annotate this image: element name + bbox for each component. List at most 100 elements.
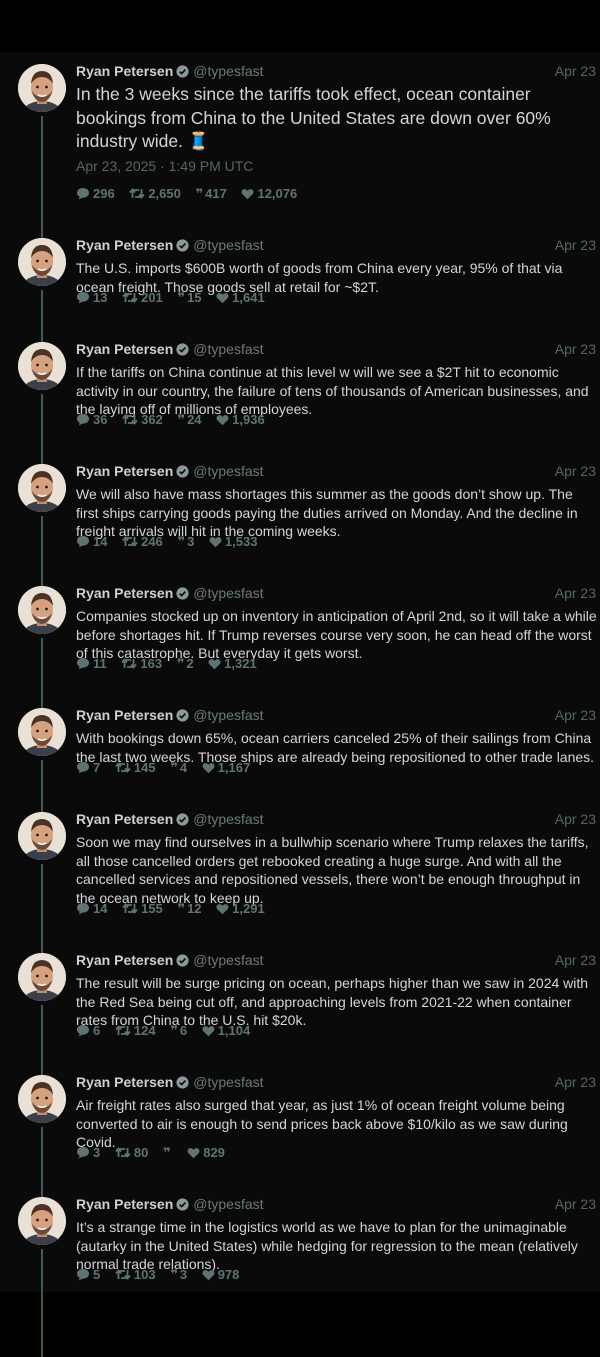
like-count[interactable]: 1,936 (216, 412, 265, 427)
retweet-count[interactable]: 2,650 (129, 186, 181, 201)
reply-count[interactable]: 36 (76, 412, 107, 427)
author-name[interactable]: Ryan Petersen (76, 1196, 173, 1212)
tweet-timestamp[interactable]: Apr 23, 2025 · 1:49 PM UTC (76, 158, 253, 174)
tweet-date[interactable]: Apr 23 (555, 1073, 596, 1091)
retweet-count[interactable]: 103 (115, 1267, 156, 1282)
avatar[interactable] (18, 464, 66, 512)
quote-count[interactable]: ❞ 3 (177, 534, 194, 550)
author-handle[interactable]: @typesfast (193, 463, 263, 479)
author-name[interactable]: Ryan Petersen (76, 707, 173, 723)
quote-count[interactable]: ❞ 15 (177, 290, 201, 306)
reply-count[interactable]: 7 (76, 760, 100, 775)
author-handle[interactable]: @typesfast (193, 952, 263, 968)
tweet-stats: 14 155 ❞ 12 1,291 (76, 901, 276, 917)
reply-count[interactable]: 296 (76, 186, 115, 201)
reply-count[interactable]: 6 (76, 1023, 100, 1038)
author-name[interactable]: Ryan Petersen (76, 237, 173, 253)
avatar[interactable] (18, 586, 66, 634)
reply-count[interactable]: 14 (76, 901, 107, 916)
retweet-count[interactable]: 163 (121, 656, 162, 671)
avatar[interactable] (18, 64, 66, 112)
retweet-count[interactable]: 145 (115, 760, 156, 775)
tweet-date[interactable]: Apr 23 (555, 340, 596, 358)
retweet-count[interactable]: 246 (122, 534, 163, 549)
like-count[interactable]: 1,533 (209, 534, 257, 549)
author-name[interactable]: Ryan Petersen (76, 1074, 173, 1090)
quote-count[interactable]: ❞ 24 (177, 412, 201, 428)
like-count[interactable]: 1,321 (208, 656, 257, 671)
author-handle[interactable]: @typesfast (193, 341, 263, 357)
avatar[interactable] (18, 1075, 66, 1123)
author-handle[interactable]: @typesfast (193, 1196, 263, 1212)
tweet-2[interactable]: Ryan Petersen @typesfast Apr 23 The U.S. … (0, 226, 600, 342)
author-handle[interactable]: @typesfast (193, 1074, 263, 1090)
reply-count[interactable]: 3 (76, 1145, 100, 1160)
tweet-4[interactable]: Ryan Petersen @typesfast Apr 23 We will a… (0, 452, 600, 586)
tweet-date[interactable]: Apr 23 (555, 62, 596, 80)
author-handle[interactable]: @typesfast (193, 811, 263, 827)
tweet-date[interactable]: Apr 23 (555, 584, 596, 602)
quote-count[interactable]: ❞ 2 (177, 656, 194, 672)
like-count[interactable]: 1,291 (216, 901, 265, 916)
like-count[interactable]: 829 (187, 1145, 225, 1160)
retweet-count[interactable]: 362 (122, 412, 163, 427)
tweet-stats: 296 2,650 ❞ 417 12,076 (76, 186, 308, 202)
tweet-7[interactable]: Ryan Petersen @typesfast Apr 23 Soon we m… (0, 800, 600, 953)
tweet-text: We will also have mass shortages this su… (76, 486, 578, 539)
like-count[interactable]: 1,167 (202, 760, 250, 775)
tweet-date[interactable]: Apr 23 (555, 951, 596, 969)
like-count[interactable]: 1,104 (202, 1023, 250, 1038)
avatar[interactable] (18, 342, 66, 390)
tweet-date[interactable]: Apr 23 (555, 810, 596, 828)
author-name[interactable]: Ryan Petersen (76, 811, 173, 827)
reply-count[interactable]: 5 (76, 1267, 100, 1282)
quote-count[interactable]: ❞ (163, 1145, 173, 1161)
avatar[interactable] (18, 708, 66, 756)
tweet-5[interactable]: Ryan Petersen @typesfast Apr 23 Companies… (0, 574, 600, 708)
retweet-icon (115, 1269, 131, 1280)
retweet-count[interactable]: 124 (115, 1023, 156, 1038)
reply-count[interactable]: 14 (76, 534, 107, 549)
quote-count[interactable]: ❞ 4 (170, 760, 187, 776)
avatar[interactable] (18, 1197, 66, 1245)
tweet-6[interactable]: Ryan Petersen @typesfast Apr 23 With book… (0, 696, 600, 812)
retweet-count[interactable]: 80 (115, 1145, 148, 1160)
verified-badge-icon (176, 343, 189, 356)
author-handle[interactable]: @typesfast (193, 63, 263, 79)
author-name[interactable]: Ryan Petersen (76, 341, 173, 357)
avatar[interactable] (18, 953, 66, 1001)
tweet-date[interactable]: Apr 23 (555, 1195, 596, 1213)
tweet-date[interactable]: Apr 23 (555, 706, 596, 724)
comment-icon (77, 1147, 89, 1159)
tweet-3[interactable]: Ryan Petersen @typesfast Apr 23 If the ta… (0, 330, 600, 464)
tweet-date[interactable]: Apr 23 (555, 236, 596, 254)
thread-line (41, 864, 43, 953)
retweet-count[interactable]: 201 (122, 290, 163, 305)
avatar[interactable] (18, 238, 66, 286)
tweet-9[interactable]: Ryan Petersen @typesfast Apr 23 Air freig… (0, 1063, 600, 1197)
retweet-count[interactable]: 155 (122, 901, 163, 916)
author-handle[interactable]: @typesfast (193, 237, 263, 253)
tweet-8[interactable]: Ryan Petersen @typesfast Apr 23 The resul… (0, 941, 600, 1075)
quote-count[interactable]: ❞ 12 (177, 901, 201, 917)
verified-badge-icon (176, 587, 189, 600)
quote-count[interactable]: ❞ 6 (170, 1023, 187, 1039)
author-name[interactable]: Ryan Petersen (76, 952, 173, 968)
author-name[interactable]: Ryan Petersen (76, 463, 173, 479)
avatar[interactable] (18, 812, 66, 860)
reply-count[interactable]: 13 (76, 290, 107, 305)
like-count[interactable]: 12,076 (241, 186, 297, 201)
quote-count[interactable]: ❞ 3 (170, 1267, 187, 1283)
retweet-icon (115, 1025, 131, 1036)
tweet-1[interactable]: Ryan Petersen @typesfast Apr 23 In the 3 … (0, 52, 600, 238)
author-name[interactable]: Ryan Petersen (76, 63, 173, 79)
tweet-10[interactable]: Ryan Petersen @typesfast Apr 23 It’s a st… (0, 1185, 600, 1357)
quote-count[interactable]: ❞ 417 (196, 186, 227, 202)
tweet-date[interactable]: Apr 23 (555, 462, 596, 480)
like-count[interactable]: 978 (202, 1267, 239, 1282)
reply-count[interactable]: 11 (76, 656, 107, 671)
author-name[interactable]: Ryan Petersen (76, 585, 173, 601)
author-handle[interactable]: @typesfast (193, 585, 263, 601)
like-count[interactable]: 1,641 (216, 290, 265, 305)
author-handle[interactable]: @typesfast (193, 707, 263, 723)
